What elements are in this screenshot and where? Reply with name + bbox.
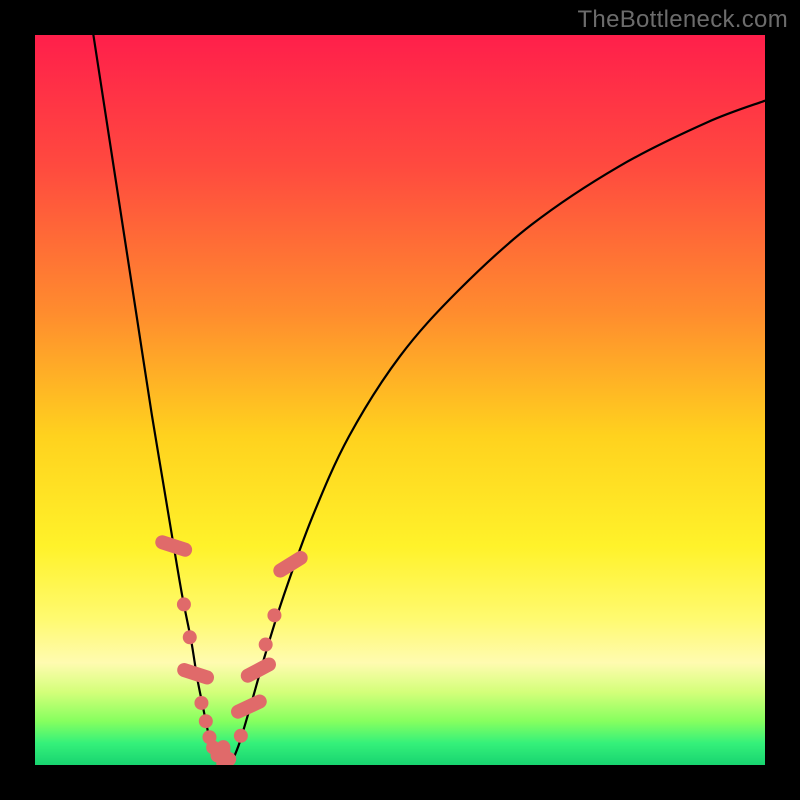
watermark-text: TheBottleneck.com — [577, 6, 788, 34]
marker-dot — [183, 630, 197, 644]
plot-area — [35, 35, 765, 765]
marker-dot — [267, 608, 281, 622]
gradient-background — [35, 35, 765, 765]
marker-dot — [194, 696, 208, 710]
marker-dot — [234, 729, 248, 743]
marker-dot — [199, 714, 213, 728]
marker-dot — [259, 638, 273, 652]
chart-frame: TheBottleneck.com — [0, 0, 800, 800]
chart-svg — [35, 35, 765, 765]
marker-dot — [177, 597, 191, 611]
